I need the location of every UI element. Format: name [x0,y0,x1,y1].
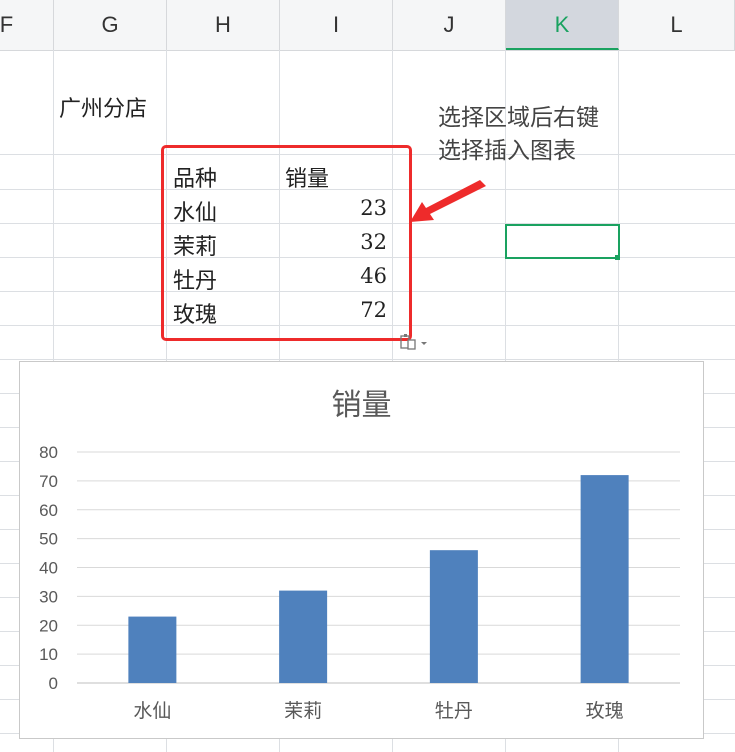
bar-chart[interactable]: 销量 0 10 20 30 40 50 60 70 80 水仙 茉莉 牡丹 玫瑰 [19,361,704,739]
chart-bar[interactable] [580,475,629,683]
y-tick-label: 30 [39,587,58,606]
y-tick-label: 40 [39,559,58,578]
column-header-f[interactable]: F [0,0,54,50]
column-header-g[interactable]: G [54,0,167,50]
column-header-bar: F G H I J K L [0,0,735,51]
y-tick-label: 50 [39,530,58,549]
column-header-h[interactable]: H [167,0,280,50]
y-tick-label: 70 [39,472,58,491]
x-category-label: 水仙 [133,700,171,722]
store-label-cell[interactable]: 广州分店 [59,91,147,123]
chart-bar[interactable] [128,616,177,683]
active-cell[interactable] [505,224,620,259]
annotation-line-2: 选择插入图表 [438,138,576,164]
grid-line [0,359,735,360]
column-header-j[interactable]: J [393,0,506,50]
column-header-k[interactable]: K [506,0,619,50]
chart-plot-area: 0 10 20 30 40 50 60 70 80 水仙 茉莉 牡丹 玫瑰 [39,443,680,722]
column-header-i[interactable]: I [280,0,393,50]
annotation-line-1: 选择区域后右键 [438,105,599,131]
annotation-arrow-icon [410,180,486,222]
y-tick-label: 0 [49,674,58,693]
paste-options-icon [400,334,427,350]
y-tick-label: 60 [39,501,58,520]
y-tick-label: 10 [39,645,58,664]
y-tick-label: 20 [39,616,58,635]
x-category-label: 牡丹 [435,700,473,722]
range-highlight-box [161,145,412,341]
y-tick-label: 80 [39,443,58,462]
spreadsheet[interactable]: F G H I J K L 广州分店 品种 销量 水仙 23 茉莉 32 牡丹 … [0,0,735,752]
annotation-text: 选择区域后右键 选择插入图表 [438,102,599,168]
chart-bar[interactable] [429,550,478,683]
paste-options-button[interactable] [397,333,431,355]
fill-handle[interactable] [615,255,620,260]
x-category-label: 茉莉 [284,700,322,722]
column-header-l[interactable]: L [619,0,735,50]
chart-bar[interactable] [279,590,328,683]
x-category-label: 玫瑰 [586,700,624,722]
